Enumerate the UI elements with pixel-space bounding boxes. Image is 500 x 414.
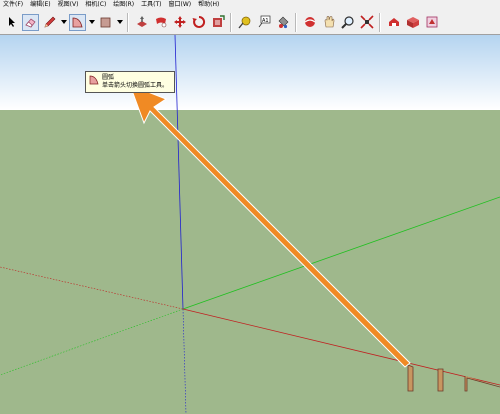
toolbar-separator	[379, 12, 381, 32]
tooltip-title: 圆弧	[102, 74, 115, 81]
components-tool-button[interactable]	[404, 14, 421, 31]
zoom-extents-icon	[359, 15, 374, 29]
menu-bar: 文件(F) 编辑(E) 视图(V) 相机(C) 绘图(R) 工具(T) 窗口(W…	[0, 0, 500, 10]
sky	[0, 35, 500, 110]
arrow-cursor-icon	[8, 17, 15, 27]
zoom-extents-tool-button[interactable]	[358, 14, 375, 31]
arc-tooltip: 圆弧 单击箭头切换圆弧工具。	[85, 71, 175, 93]
chevron-down-icon	[116, 20, 123, 24]
extension-tool-button[interactable]	[423, 14, 440, 31]
push-pull-icon	[136, 16, 147, 27]
menu-draw[interactable]: 绘图(R)	[110, 0, 138, 10]
menu-help[interactable]: 帮助(H)	[195, 0, 223, 10]
pan-tool-button[interactable]	[320, 14, 337, 31]
toolbar-separator	[127, 12, 129, 32]
rectangle-tool-button[interactable]	[97, 14, 114, 31]
scene-canvas[interactable]	[0, 35, 500, 414]
ground	[0, 110, 500, 414]
orbit-tool-button[interactable]	[301, 14, 318, 31]
offset-icon	[212, 15, 225, 27]
menu-view[interactable]: 视图(V)	[55, 0, 83, 10]
arc-icon	[72, 17, 83, 27]
warehouse-icon	[388, 18, 399, 26]
rectangle-icon	[100, 17, 111, 27]
paint-bucket-icon	[278, 16, 288, 29]
rectangle-dropdown-arrow[interactable]	[116, 14, 123, 31]
menu-window[interactable]: 窗口(W)	[166, 0, 196, 10]
eraser-tool-button[interactable]	[22, 13, 39, 31]
extension-icon	[426, 16, 437, 28]
svg-text:A1: A1	[262, 18, 269, 24]
follow-me-tool-button[interactable]	[152, 14, 169, 31]
select-tool-button[interactable]	[3, 14, 20, 31]
zoom-tool-button[interactable]	[339, 14, 356, 31]
move-icon	[173, 16, 186, 28]
toolbar-separator	[230, 12, 232, 32]
push-pull-tool-button[interactable]	[133, 14, 150, 31]
arc-icon	[89, 75, 99, 85]
rotate-tool-button[interactable]	[190, 14, 207, 31]
follow-me-icon	[155, 17, 166, 28]
chevron-down-icon	[88, 20, 95, 24]
orbit-icon	[304, 17, 315, 27]
3d-viewport[interactable]: 圆弧 单击箭头切换圆弧工具。	[0, 35, 500, 414]
chevron-down-icon	[60, 20, 67, 24]
menu-tools[interactable]: 工具(T)	[138, 0, 165, 10]
tape-measure-icon	[237, 16, 250, 29]
paint-bucket-tool-button[interactable]	[274, 14, 291, 31]
menu-edit[interactable]: 编辑(E)	[27, 0, 54, 10]
pencil-tool-button[interactable]	[41, 14, 58, 31]
pan-icon	[324, 16, 334, 28]
pencil-dropdown-arrow[interactable]	[60, 14, 67, 31]
pencil-icon	[44, 16, 56, 27]
move-tool-button[interactable]	[171, 14, 188, 31]
main-toolbar: A1	[0, 10, 500, 35]
rotate-icon	[192, 15, 205, 28]
menu-camera[interactable]: 相机(C)	[82, 0, 110, 10]
menu-file[interactable]: 文件(F)	[0, 0, 27, 10]
arc-tool-button[interactable]	[69, 13, 86, 31]
zoom-icon	[340, 16, 354, 29]
warehouse-tool-button[interactable]	[385, 14, 402, 31]
toolbar-separator	[295, 12, 297, 32]
text-icon: A1	[258, 15, 270, 28]
arc-dropdown-arrow[interactable]	[88, 14, 95, 31]
components-icon	[406, 17, 419, 28]
eraser-icon	[25, 17, 36, 28]
offset-tool-button[interactable]	[209, 14, 226, 31]
tooltip-description: 单击箭头切换圆弧工具。	[102, 82, 169, 89]
text-tool-button[interactable]: A1	[255, 14, 272, 31]
tape-measure-tool-button[interactable]	[236, 14, 253, 31]
